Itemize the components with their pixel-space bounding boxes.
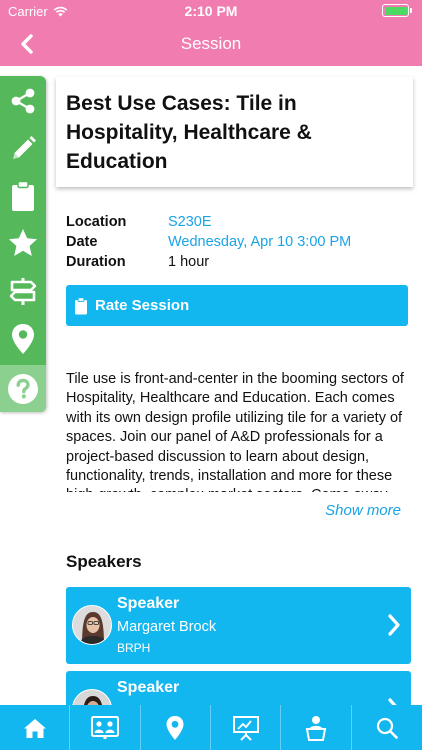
- speaker-podium-icon: [305, 715, 327, 741]
- presentation-icon: [232, 715, 259, 741]
- location-row: Location S230E: [66, 212, 351, 232]
- share-button[interactable]: [0, 78, 46, 124]
- location-link[interactable]: S230E: [168, 214, 212, 230]
- page-title: Session: [180, 34, 242, 53]
- speaker-role: Speaker: [117, 679, 180, 696]
- clipboard-icon: [12, 180, 34, 211]
- tab-map[interactable]: [141, 705, 211, 750]
- duration-value: 1 hour: [168, 254, 210, 270]
- location-label: Location: [66, 214, 127, 230]
- session-description: Tile use is front-and-center in the boom…: [66, 371, 404, 492]
- share-icon: [11, 88, 35, 114]
- survey-button[interactable]: [0, 173, 46, 219]
- avatar: [72, 605, 112, 645]
- side-toolbar: [0, 76, 46, 412]
- directions-button[interactable]: [0, 268, 46, 314]
- battery-icon: [382, 4, 414, 18]
- help-icon: [8, 373, 38, 404]
- speaker-role: Speaker: [117, 595, 180, 612]
- star-icon: [9, 229, 37, 256]
- tab-search[interactable]: [352, 705, 422, 750]
- speakers-heading: Speakers: [66, 552, 142, 571]
- help-button[interactable]: [0, 365, 46, 412]
- map-pin-icon: [166, 715, 184, 740]
- duration-row: Duration 1 hour: [66, 252, 351, 272]
- search-icon: [376, 717, 398, 739]
- date-label: Date: [66, 234, 98, 250]
- date-row: Date Wednesday, Apr 10 3:00 PM: [66, 232, 351, 252]
- nav-bar: Session: [0, 22, 422, 66]
- rate-session-label: Rate Session: [95, 297, 190, 314]
- signpost-icon: [9, 278, 37, 305]
- session-details: Location S230E Date Wednesday, Apr 10 3:…: [66, 212, 351, 272]
- clock: 2:10 PM: [184, 3, 238, 19]
- pencil-icon: [13, 136, 36, 159]
- exhibitors-icon: [90, 715, 119, 739]
- notes-button[interactable]: [0, 126, 46, 172]
- chevron-right-icon: [388, 614, 400, 636]
- favorite-button[interactable]: [0, 220, 46, 266]
- tab-speakers[interactable]: [281, 705, 352, 750]
- tab-exhibitors[interactable]: [70, 705, 141, 750]
- location-pin-icon: [12, 324, 34, 354]
- rate-session-button[interactable]: Rate Session: [66, 285, 408, 326]
- show-more-link[interactable]: Show more: [325, 502, 401, 519]
- speaker-name: Margaret Brock: [117, 619, 217, 635]
- speaker-org: BRPH: [117, 641, 151, 655]
- duration-label: Duration: [66, 254, 126, 270]
- location-button[interactable]: [0, 316, 46, 362]
- home-icon: [23, 718, 46, 738]
- session-title-card: Best Use Cases: Tile in Hospitality, Hea…: [56, 77, 413, 187]
- clipboard-icon: [75, 296, 87, 314]
- tab-home[interactable]: [0, 705, 71, 750]
- status-bar: Carrier 2:10 PM: [0, 0, 422, 22]
- speaker-card[interactable]: Speaker Margaret Brock BRPH: [66, 587, 411, 664]
- date-link[interactable]: Wednesday, Apr 10 3:00 PM: [168, 234, 351, 250]
- session-title: Best Use Cases: Tile in Hospitality, Hea…: [66, 92, 312, 173]
- tab-sessions[interactable]: [211, 705, 282, 750]
- bottom-tab-bar: [0, 705, 422, 750]
